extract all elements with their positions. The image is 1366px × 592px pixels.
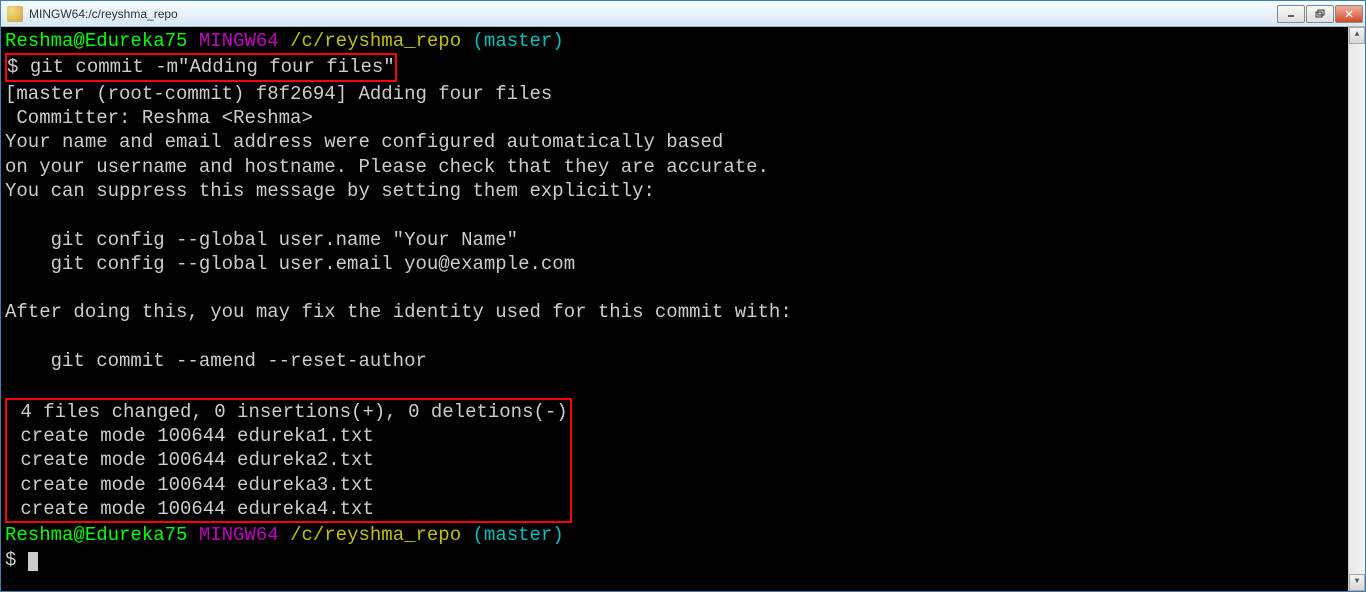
output-line: on your username and hostname. Please ch… [5,156,769,178]
window-controls [1277,5,1363,23]
summary-line: create mode 100644 edureka3.txt [9,474,374,496]
vertical-scrollbar[interactable]: ▲ ▼ [1348,27,1365,591]
app-icon [7,6,23,22]
titlebar[interactable]: MINGW64:/c/reyshma_repo [1,1,1365,27]
close-icon [1344,9,1354,19]
prompt-env: MINGW64 [199,30,279,52]
prompt-path: /c/reyshma_repo [290,30,461,52]
terminal-content[interactable]: Reshma@Edureka75 MINGW64 /c/reyshma_repo… [1,27,1365,591]
output-line: You can suppress this message by setting… [5,180,655,202]
titlebar-left: MINGW64:/c/reyshma_repo [3,6,178,22]
output-line: git config --global user.name "Your Name… [5,229,518,251]
summary-line: create mode 100644 edureka2.txt [9,449,374,471]
output-line: git commit --amend --reset-author [5,350,427,372]
maximize-icon [1315,9,1325,19]
summary-line: 4 files changed, 0 insertions(+), 0 dele… [9,401,568,423]
output-line: After doing this, you may fix the identi… [5,301,792,323]
cursor [28,552,38,571]
highlighted-command: $ git commit -m"Adding four files" [5,53,397,81]
maximize-button[interactable] [1306,5,1334,23]
scrollbar-up-arrow[interactable]: ▲ [1349,27,1365,44]
close-button[interactable] [1335,5,1363,23]
prompt-user-host: Reshma@Edureka75 [5,524,187,546]
output-line: Committer: Reshma <Reshma> [5,107,313,129]
window-title: MINGW64:/c/reyshma_repo [29,7,178,21]
terminal-window: MINGW64:/c/reyshma_repo Reshma@Edureka75… [0,0,1366,592]
minimize-icon [1286,9,1296,19]
output-line: git config --global user.email you@examp… [5,253,575,275]
summary-line: create mode 100644 edureka4.txt [9,498,374,520]
scrollbar-down-arrow[interactable]: ▼ [1349,574,1365,591]
command-prefix: $ [7,56,30,78]
terminal-text: Reshma@Edureka75 MINGW64 /c/reyshma_repo… [5,29,1361,572]
prompt-user-host: Reshma@Edureka75 [5,30,187,52]
prompt-branch: (master) [473,30,564,52]
summary-line: create mode 100644 edureka1.txt [9,425,374,447]
highlighted-summary: 4 files changed, 0 insertions(+), 0 dele… [5,398,572,524]
output-line: [master (root-commit) f8f2694] Adding fo… [5,83,552,105]
prompt-env: MINGW64 [199,524,279,546]
command-text: git commit -m"Adding four files" [30,56,395,78]
minimize-button[interactable] [1277,5,1305,23]
prompt-branch: (master) [473,524,564,546]
prompt-path: /c/reyshma_repo [290,524,461,546]
prompt-dollar: $ [5,549,16,571]
output-line: Your name and email address were configu… [5,131,723,153]
